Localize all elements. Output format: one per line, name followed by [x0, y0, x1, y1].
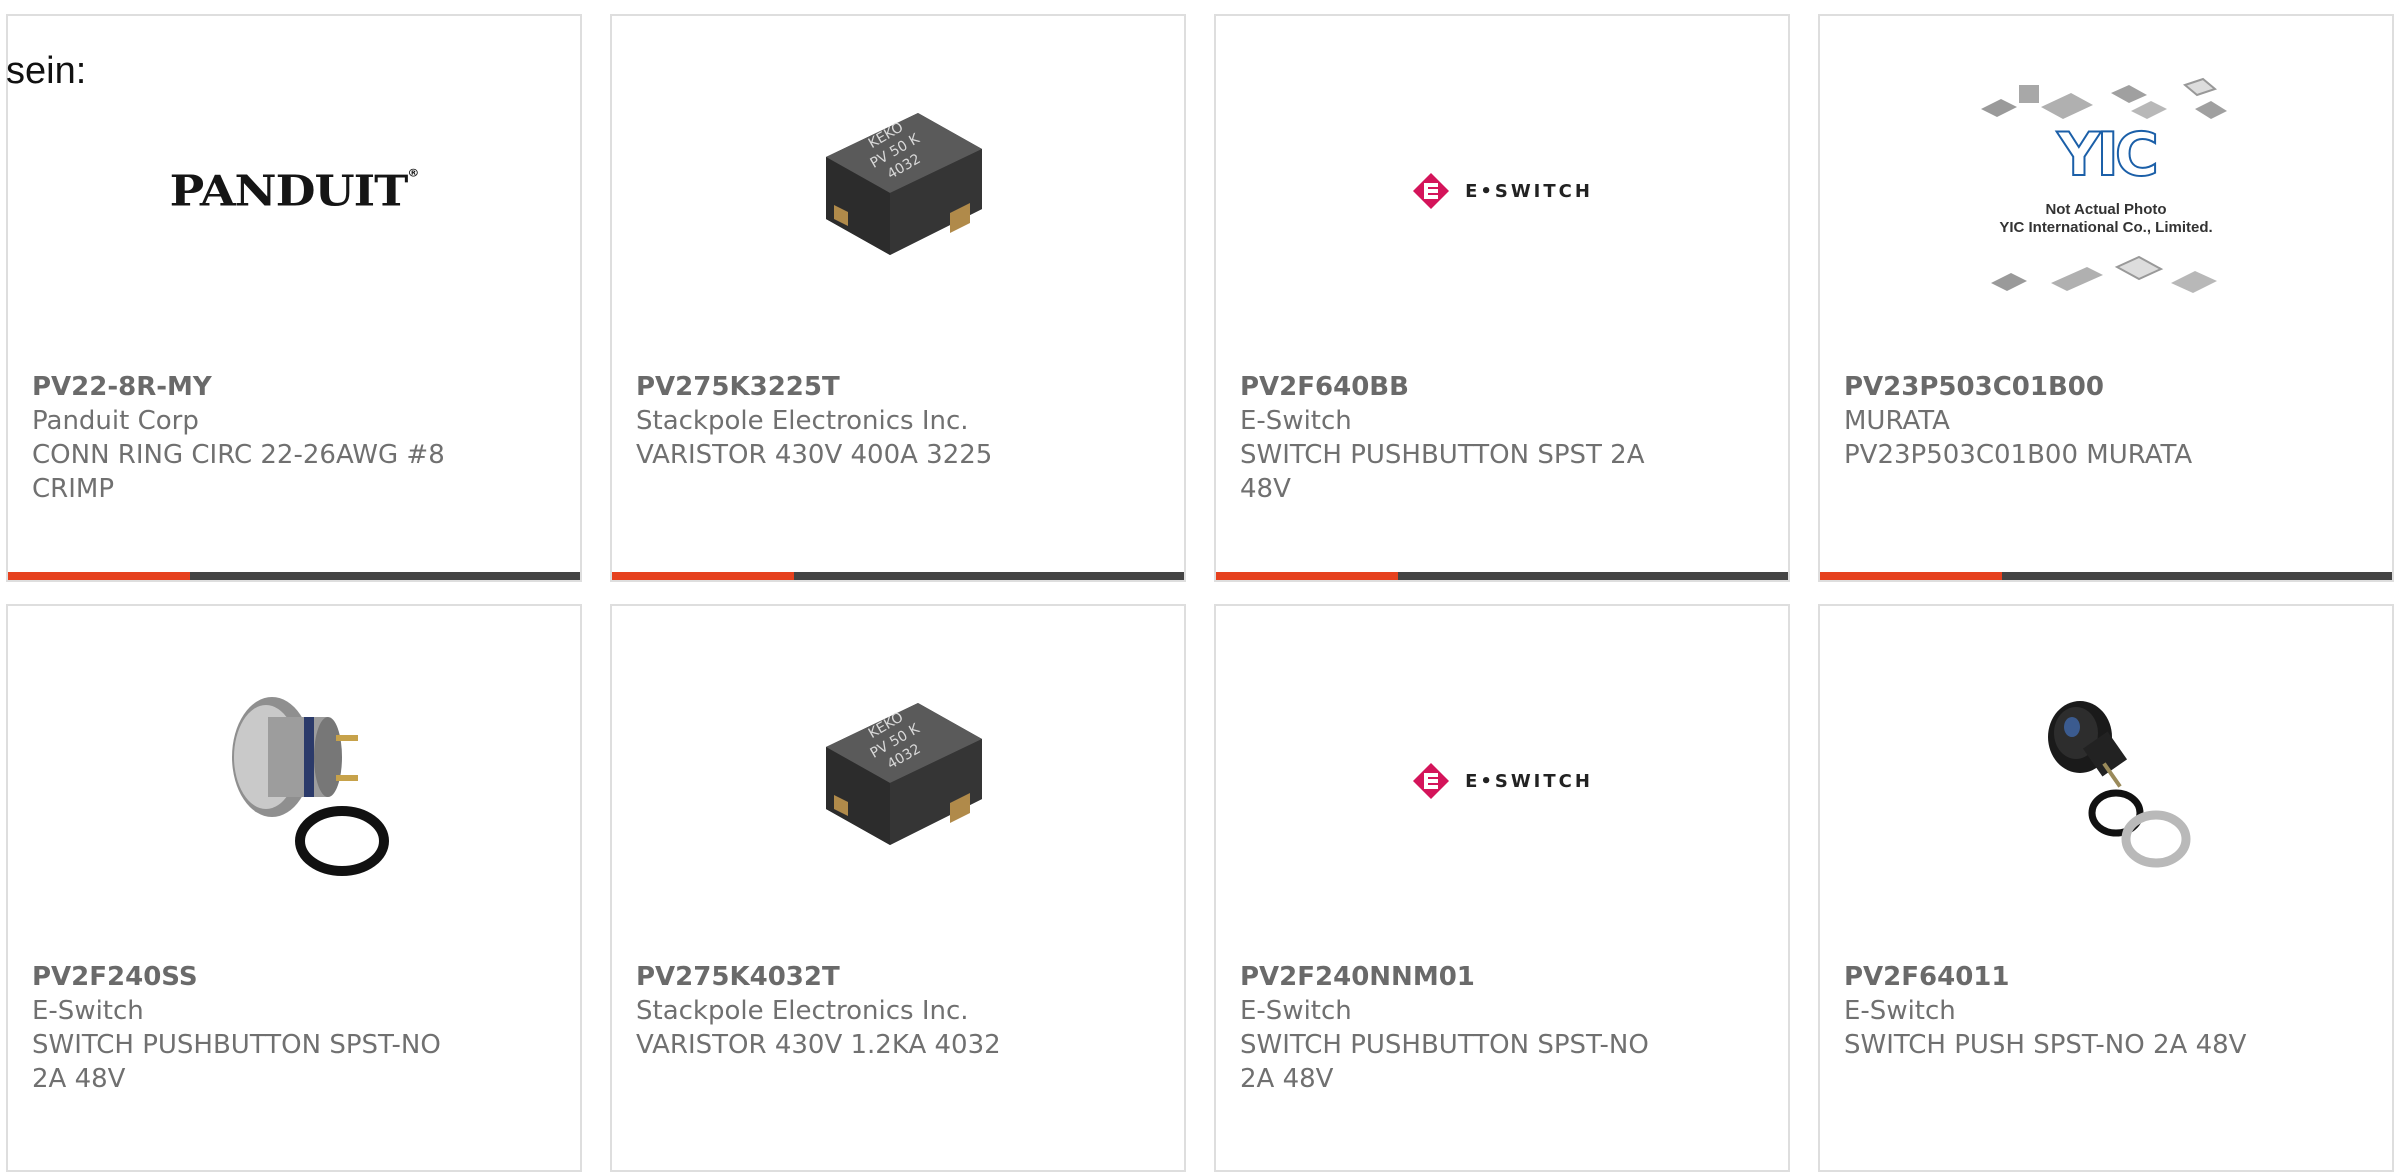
manufacturer: Panduit Corp — [32, 406, 199, 436]
description: VARISTOR 430V 1.2KA 4032 — [636, 1030, 1001, 1060]
part-number[interactable]: PV2F640BB — [1240, 370, 1670, 404]
black-pushbutton-photo — [2048, 701, 2191, 868]
manufacturer: E-Switch — [32, 996, 144, 1026]
product-card-pv23p503c01b00[interactable]: YIC Not Actual Photo YIC International C… — [1818, 14, 2394, 582]
card-bar — [612, 572, 1184, 580]
product-card-pv2f240ss[interactable]: PV2F240SS E-Switch SWITCH PUSHBUTTON SPS… — [6, 604, 582, 1172]
product-image[interactable]: KEKO PV 50 K 4032 — [612, 66, 1184, 316]
steel-pushbutton-photo — [232, 697, 389, 876]
product-image[interactable]: KEKO PV 50 K 4032 — [612, 656, 1184, 906]
description: CONN RING CIRC 22-26AWG #8 CRIMP — [32, 440, 445, 504]
product-image[interactable]: PANDUIT® — [8, 66, 580, 316]
manufacturer: E-Switch — [1240, 996, 1352, 1026]
eswitch-logo: E•SWITCH — [1411, 171, 1593, 211]
product-card-pv2f64011[interactable]: PV2F64011 E-Switch SWITCH PUSH SPST-NO 2… — [1818, 604, 2394, 1172]
card-bar-accent — [612, 572, 794, 580]
card-bar-accent — [1820, 572, 2002, 580]
panduit-logo: PANDUIT® — [169, 166, 420, 216]
eswitch-logo: E•SWITCH — [1411, 761, 1593, 801]
eswitch-mark-icon — [1413, 763, 1450, 799]
part-number[interactable]: PV2F240NNM01 — [1240, 960, 1670, 994]
description: VARISTOR 430V 400A 3225 — [636, 440, 993, 470]
product-card-pv275k4032t[interactable]: KEKO PV 50 K 4032 PV275K4032T Stackpole … — [610, 604, 1186, 1172]
product-card-pv22-8r-my[interactable]: PANDUIT® PV22-8R-MY Panduit Corp CONN RI… — [6, 14, 582, 582]
card-bar-accent — [1216, 572, 1398, 580]
description: PV23P503C01B00 MURATA — [1844, 440, 2193, 470]
varistor-photo: KEKO PV 50 K 4032 — [826, 703, 982, 845]
card-bar — [1216, 572, 1788, 580]
card-bar — [1820, 572, 2392, 580]
product-card-pv2f640bb[interactable]: E•SWITCH PV2F640BB E-Switch SWITCH PUSHB… — [1214, 14, 1790, 582]
description: SWITCH PUSHBUTTON SPST 2A 48V — [1240, 440, 1645, 504]
card-bar-accent — [8, 572, 190, 580]
product-image[interactable]: E•SWITCH — [1216, 656, 1788, 906]
product-image[interactable] — [8, 656, 580, 906]
intro-text: sein: — [6, 50, 87, 92]
product-card-pv2f240nnm01[interactable]: E•SWITCH PV2F240NNM01 E-Switch SWITCH PU… — [1214, 604, 1790, 1172]
manufacturer: Stackpole Electronics Inc. — [636, 406, 969, 436]
product-image[interactable]: E•SWITCH — [1216, 66, 1788, 316]
manufacturer: MURATA — [1844, 406, 1950, 436]
manufacturer: E-Switch — [1240, 406, 1352, 436]
description: SWITCH PUSH SPST-NO 2A 48V — [1844, 1030, 2247, 1060]
part-number[interactable]: PV2F240SS — [32, 960, 462, 994]
part-number[interactable]: PV22-8R-MY — [32, 370, 462, 404]
manufacturer: Stackpole Electronics Inc. — [636, 996, 969, 1026]
part-number[interactable]: PV2F64011 — [1844, 960, 2274, 994]
product-card-pv275k3225t[interactable]: KEKO PV 50 K 4032 PV275K3225T Stackpole … — [610, 14, 1186, 582]
part-number[interactable]: PV23P503C01B00 — [1844, 370, 2274, 404]
product-image[interactable]: YIC Not Actual Photo YIC International C… — [1820, 66, 2392, 316]
varistor-photo: KEKO PV 50 K 4032 — [826, 113, 982, 255]
eswitch-mark-icon — [1413, 173, 1450, 209]
manufacturer: E-Switch — [1844, 996, 1956, 1026]
description: SWITCH PUSHBUTTON SPST-NO 2A 48V — [32, 1030, 441, 1094]
yic-placeholder-image: YIC Not Actual Photo YIC International C… — [1971, 71, 2241, 311]
product-image[interactable] — [1820, 656, 2392, 906]
part-number[interactable]: PV275K4032T — [636, 960, 1066, 994]
description: SWITCH PUSHBUTTON SPST-NO 2A 48V — [1240, 1030, 1649, 1094]
card-bar — [8, 572, 580, 580]
part-number[interactable]: PV275K3225T — [636, 370, 1066, 404]
